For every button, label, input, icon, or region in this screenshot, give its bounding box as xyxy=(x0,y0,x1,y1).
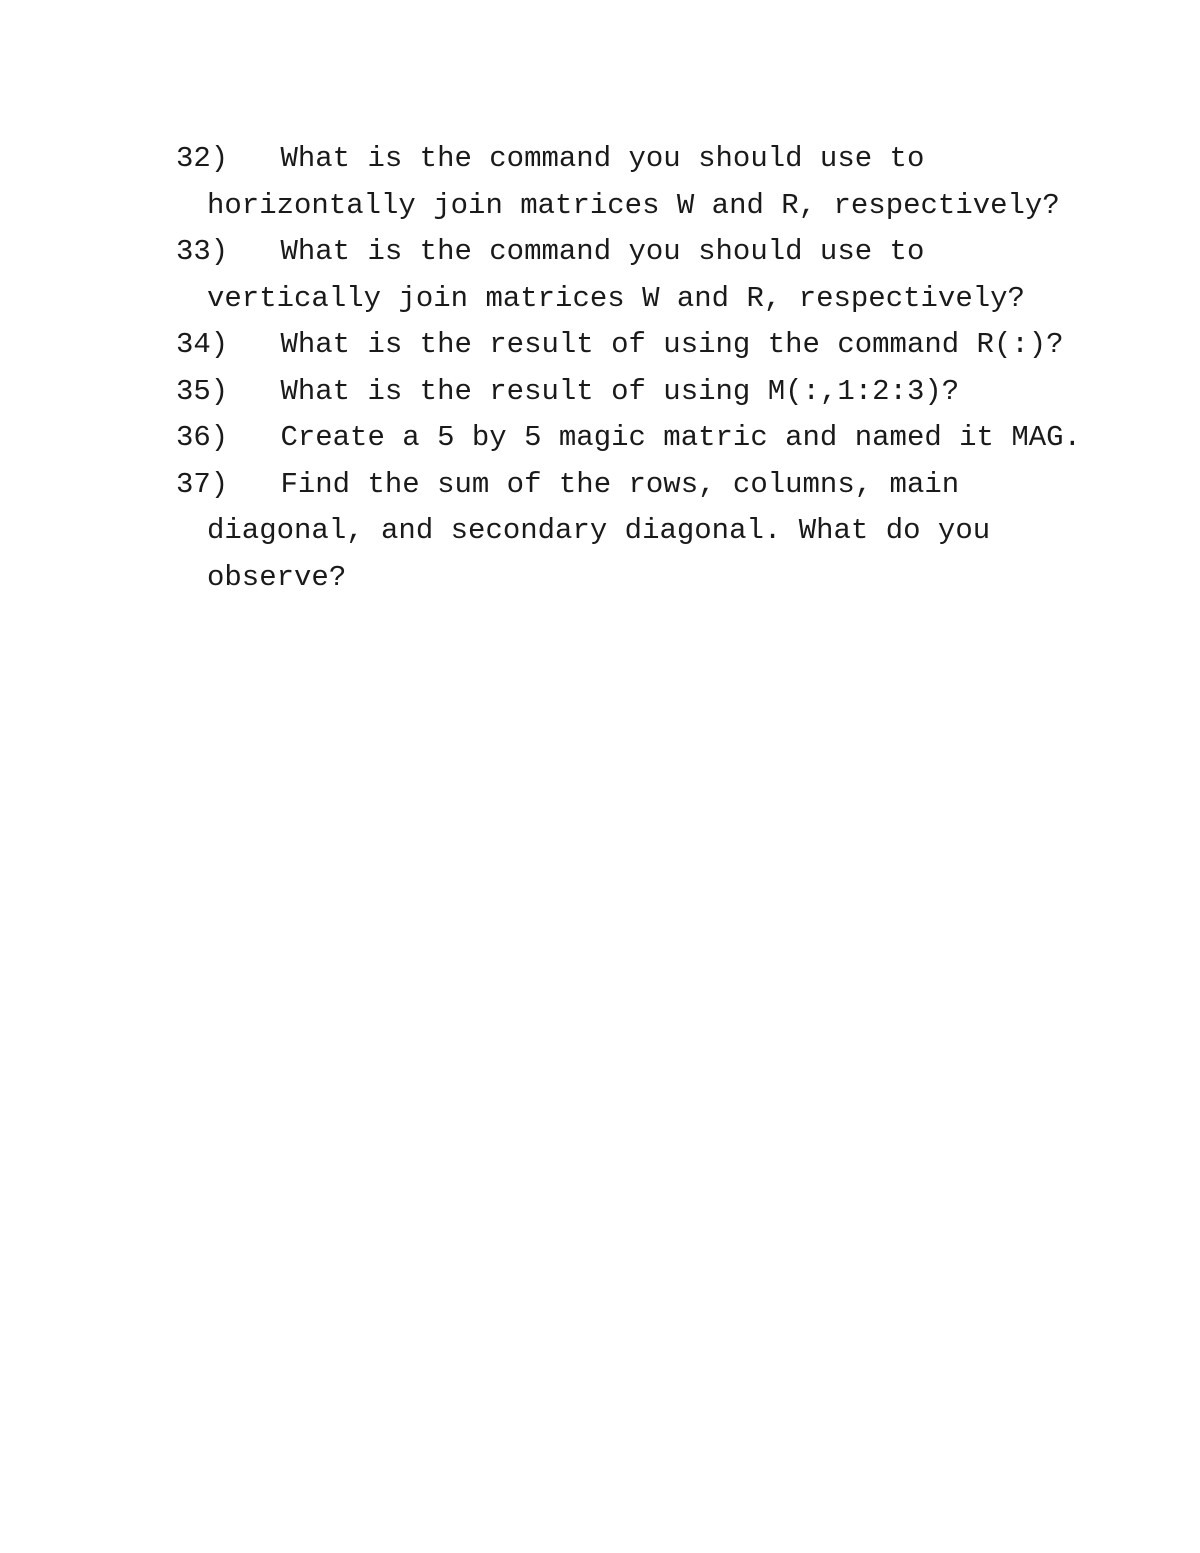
question-list: 32) What is the command you should use t… xyxy=(176,136,1081,602)
question-continuation-line: horizontally join matrices W and R, resp… xyxy=(176,183,1076,230)
question-continuation-line: diagonal, and secondary diagonal. What d… xyxy=(176,508,1076,555)
question-item: 35) What is the result of using M(:,1:2:… xyxy=(176,369,1076,416)
question-first-line: 34) What is the result of using the comm… xyxy=(176,322,1076,369)
question-number-gap xyxy=(228,375,280,408)
question-text: vertically join matrices W and R, respec… xyxy=(207,281,1025,315)
question-number-gap xyxy=(228,468,280,501)
question-item: 34) What is the result of using the comm… xyxy=(176,322,1076,369)
question-first-line: 33) What is the command you should use t… xyxy=(176,229,1076,276)
question-first-line: 35) What is the result of using M(:,1:2:… xyxy=(176,369,1076,416)
question-text: Create a 5 by 5 magic matric and named i… xyxy=(280,421,1081,454)
question-item: 32) What is the command you should use t… xyxy=(176,136,1076,229)
question-number: 37) xyxy=(176,467,229,501)
question-item: 37) Find the sum of the rows, columns, m… xyxy=(176,462,1076,602)
question-text: What is the result of using M(:,1:2:3)? xyxy=(280,374,960,408)
question-number-gap xyxy=(228,142,280,175)
question-text: What is the command you should use to xyxy=(280,142,925,175)
question-item: 33) What is the command you should use t… xyxy=(176,229,1076,322)
question-first-line: 36) Create a 5 by 5 magic matric and nam… xyxy=(176,415,1081,462)
question-continuation-line: vertically join matrices W and R, respec… xyxy=(176,276,1076,323)
question-number: 34) xyxy=(176,328,229,361)
question-text: diagonal, and secondary diagonal. What d… xyxy=(207,514,991,547)
question-number: 33) xyxy=(176,235,229,268)
question-first-line: 32) What is the command you should use t… xyxy=(176,136,1076,183)
question-number: 32) xyxy=(176,142,229,175)
question-text: Find the sum of the rows, columns, main xyxy=(280,467,960,501)
question-number-gap xyxy=(228,235,280,268)
question-number: 36) xyxy=(176,421,229,454)
question-text: observe? xyxy=(207,560,347,594)
question-item: 36) Create a 5 by 5 magic matric and nam… xyxy=(176,415,1081,462)
question-continuation-line: observe? xyxy=(176,555,1076,602)
question-first-line: 37) Find the sum of the rows, columns, m… xyxy=(176,462,1076,509)
question-text: What is the command you should use to xyxy=(280,235,925,268)
question-text: What is the result of using the command … xyxy=(280,328,1064,361)
document-page: 32) What is the command you should use t… xyxy=(0,0,1200,1553)
question-number: 35) xyxy=(176,374,229,408)
question-number-gap xyxy=(228,328,280,361)
question-text: horizontally join matrices W and R, resp… xyxy=(207,188,1060,222)
question-number-gap xyxy=(228,421,280,454)
